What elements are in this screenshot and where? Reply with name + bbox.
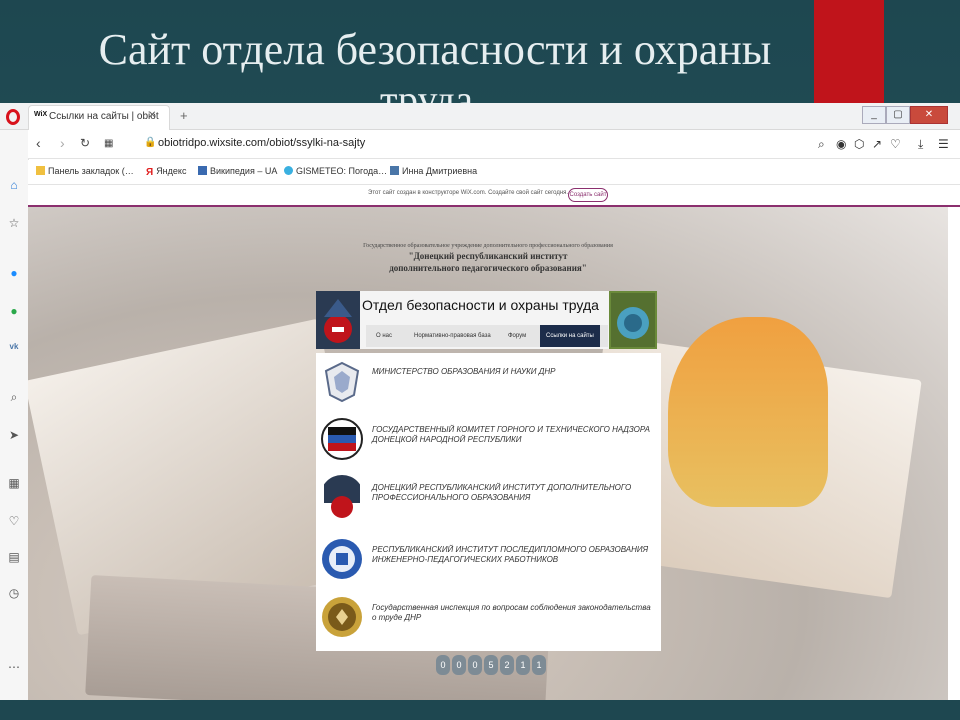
minimize-button[interactable]: _ bbox=[862, 106, 886, 124]
lock-icon: 🔒 bbox=[144, 137, 157, 148]
site-menu: О нас Нормативно-правовая база Форум Ссы… bbox=[366, 325, 608, 347]
search-icon[interactable]: ⌕ bbox=[7, 390, 21, 404]
folder-icon bbox=[36, 166, 45, 175]
back-icon[interactable]: ‹ bbox=[36, 135, 41, 151]
history-icon[interactable]: ◷ bbox=[7, 586, 21, 600]
links-list: МИНИСТЕРСТВО ОБРАЗОВАНИЯ И НАУКИ ДНР ГОС… bbox=[316, 353, 661, 651]
list-item[interactable]: ДОНЕЦКИЙ РЕСПУБЛИКАНСКИЙ ИНСТИТУТ ДОПОЛН… bbox=[316, 469, 661, 525]
counter-digit: 5 bbox=[484, 655, 498, 675]
institute-logo-icon bbox=[316, 291, 360, 349]
download-icon[interactable]: ⤓ bbox=[918, 137, 923, 152]
vk-icon[interactable]: vk bbox=[7, 340, 21, 354]
institution-line2: "Донецкий республиканский институт bbox=[408, 251, 568, 261]
inspection-emblem-icon bbox=[322, 597, 362, 637]
heart-toolbar-icon[interactable]: ♡ bbox=[890, 137, 901, 151]
whatsapp-icon[interactable]: ● bbox=[7, 304, 21, 318]
reload-icon[interactable]: ↻ bbox=[80, 136, 90, 150]
vpn-icon[interactable]: ⬡ bbox=[854, 137, 864, 151]
bookmark-item[interactable]: Википедия – UA bbox=[198, 166, 277, 176]
heart-icon[interactable]: ♡ bbox=[7, 514, 21, 528]
institution-line3: дополнительного педагогического образова… bbox=[389, 263, 587, 273]
wikipedia-icon bbox=[198, 166, 207, 175]
home-icon[interactable]: ⌂ bbox=[7, 178, 21, 192]
address-toolbar: ‹ › ↻ ▦ 🔒 obiotridpo.wixsite.com/obiot/s… bbox=[28, 130, 960, 159]
bookmarks-bar: Панель закладок (… Я Яндекс Википедия – U… bbox=[28, 160, 960, 185]
yandex-icon: Я bbox=[146, 167, 154, 178]
site-title: Отдел безопасности и охраны труда bbox=[362, 297, 599, 313]
maximize-button[interactable]: ▢ bbox=[886, 106, 910, 124]
opera-sidebar: ⌂ ☆ ● ● vk ⌕ ➤ ▦ ♡ ▤ ◷ ⋯ bbox=[0, 130, 29, 700]
menu-item-forum[interactable]: Форум bbox=[508, 325, 526, 347]
bookmark-item[interactable]: GISMETEO: Погода… bbox=[284, 166, 387, 176]
speed-dial-icon[interactable]: ▦ bbox=[104, 138, 113, 149]
address-bar[interactable]: obiotridpo.wixsite.com/obiot/ssylki-na-s… bbox=[158, 137, 365, 149]
forward-icon[interactable]: › bbox=[60, 135, 65, 151]
safety-emblem-icon bbox=[609, 291, 657, 349]
institute-emblem-icon bbox=[324, 475, 360, 518]
counter-digit: 0 bbox=[452, 655, 466, 675]
org-name: РЕСПУБЛИКАНСКИЙ ИНСТИТУТ ПОСЛЕДИПЛОМНОГО… bbox=[372, 545, 649, 564]
new-tab-icon[interactable]: + bbox=[180, 108, 188, 123]
counter-digit: 1 bbox=[516, 655, 530, 675]
org-name: ДОНЕЦКИЙ РЕСПУБЛИКАНСКИЙ ИНСТИТУТ ДОПОЛН… bbox=[372, 483, 632, 502]
menu-item-links[interactable]: Ссылки на сайты bbox=[540, 325, 600, 347]
settings-icon[interactable]: ☰ bbox=[938, 137, 949, 151]
search-toolbar-icon[interactable]: ⌕ bbox=[818, 137, 825, 152]
org-name: Государственная инспекция по вопросам со… bbox=[372, 603, 651, 622]
messenger-icon[interactable]: ● bbox=[7, 266, 21, 280]
counter-digit: 0 bbox=[468, 655, 482, 675]
list-item[interactable]: МИНИСТЕРСТВО ОБРАЗОВАНИЯ И НАУКИ ДНР bbox=[316, 353, 661, 409]
slide-bottom-strip bbox=[0, 700, 960, 720]
create-site-button[interactable]: Создать сайт bbox=[568, 188, 608, 202]
menu-item-about[interactable]: О нас bbox=[376, 325, 392, 347]
coat-of-arms-icon bbox=[324, 361, 360, 403]
browser-window: WiX Ссылки на сайты | obiot ✕ + _ ▢ ✕ ⌂ … bbox=[0, 103, 960, 700]
close-window-button[interactable]: ✕ bbox=[910, 106, 948, 124]
share-icon[interactable]: ↗ bbox=[872, 137, 882, 151]
page-content: Государственное образовательное учрежден… bbox=[28, 207, 948, 700]
slide-title: Сайт отдела безопасности и охраны bbox=[98, 25, 772, 74]
gismeteo-icon bbox=[284, 166, 293, 175]
bookmark-item[interactable]: Инна Дмитриевна bbox=[390, 166, 477, 176]
list-item[interactable]: Государственная инспекция по вопросам со… bbox=[316, 589, 661, 645]
bookmark-item[interactable]: Я Яндекс bbox=[146, 166, 186, 178]
tab-title: Ссылки на сайты | obiot bbox=[49, 111, 159, 122]
clipboard-icon[interactable]: ▤ bbox=[7, 550, 21, 564]
list-item[interactable]: РЕСПУБЛИКАНСКИЙ ИНСТИТУТ ПОСЛЕДИПЛОМНОГО… bbox=[316, 531, 661, 587]
tab-bar: WiX Ссылки на сайты | obiot ✕ + _ ▢ ✕ bbox=[0, 103, 960, 130]
org-name: ГОСУДАРСТВЕННЫЙ КОМИТЕТ ГОРНОГО И ТЕХНИЧ… bbox=[372, 425, 650, 444]
bookmark-item[interactable]: Панель закладок (… bbox=[36, 166, 134, 176]
list-item[interactable]: ГОСУДАРСТВЕННЫЙ КОМИТЕТ ГОРНОГО И ТЕХНИЧ… bbox=[316, 411, 661, 467]
apps-icon[interactable]: ▦ bbox=[7, 476, 21, 490]
snapshot-icon[interactable]: ◉ bbox=[836, 137, 846, 151]
menu-item-normative[interactable]: Нормативно-правовая база bbox=[414, 325, 491, 347]
star-icon[interactable]: ☆ bbox=[7, 216, 21, 230]
send-icon[interactable]: ➤ bbox=[7, 428, 21, 442]
institution-line1: Государственное образовательное учрежден… bbox=[363, 243, 613, 249]
wix-banner: Этот сайт создан в конструкторе WiX.com.… bbox=[28, 185, 960, 207]
flag-emblem-icon bbox=[321, 418, 363, 460]
round-seal-icon bbox=[322, 539, 362, 579]
wix-banner-text: Этот сайт создан в конструкторе WiX.com.… bbox=[368, 190, 569, 196]
more-icon[interactable]: ⋯ bbox=[7, 660, 21, 674]
magazine-orange-image bbox=[668, 317, 828, 507]
org-name: МИНИСТЕРСТВО ОБРАЗОВАНИЯ И НАУКИ ДНР bbox=[372, 367, 556, 376]
site-header: Отдел безопасности и охраны труда О нас … bbox=[316, 291, 657, 349]
vk-bookmark-icon bbox=[390, 166, 399, 175]
counter-digit: 1 bbox=[532, 655, 546, 675]
tab-close-icon[interactable]: ✕ bbox=[148, 110, 156, 121]
counter-digit: 2 bbox=[500, 655, 514, 675]
wix-favicon-icon: WiX bbox=[34, 111, 48, 118]
opera-logo-icon[interactable] bbox=[6, 109, 20, 125]
counter-digit: 0 bbox=[436, 655, 450, 675]
